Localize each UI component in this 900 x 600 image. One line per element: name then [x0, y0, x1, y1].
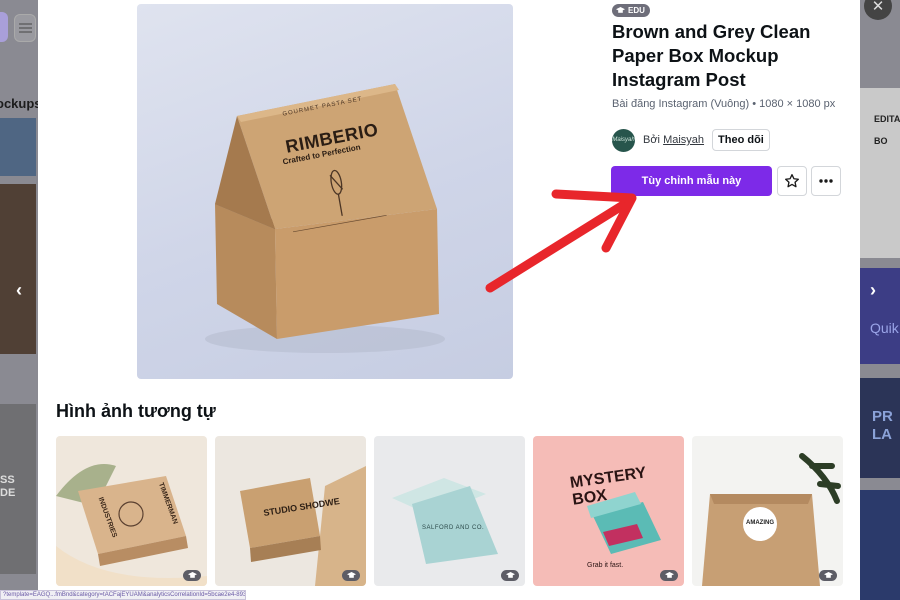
template-title: Brown and Grey Clean Paper Box Mockup In… — [612, 21, 811, 90]
author-byline: Bởi Maisyah — [643, 134, 704, 146]
next-arrow-icon[interactable]: › — [870, 280, 876, 301]
background-thumbnail: EDITAB BO — [860, 88, 900, 258]
background-thumbnail: Quik — [860, 268, 900, 364]
author-prefix: Bởi — [643, 134, 660, 146]
background-thumbnail — [0, 184, 36, 354]
background-card-text: SS DE — [0, 474, 16, 499]
follow-button[interactable]: Theo dõi — [712, 129, 770, 151]
prev-arrow-icon[interactable]: ‹ — [16, 280, 22, 301]
background-pill — [0, 12, 8, 42]
edu-mini-badge — [819, 570, 837, 581]
star-icon — [785, 174, 799, 188]
thumbnail-illustration — [702, 453, 841, 586]
edu-badge-label: EDU — [628, 6, 645, 15]
similar-thumbnail[interactable]: SALFORD AND CO. — [374, 436, 525, 586]
similar-thumbnail[interactable]: MYSTERY BOX Grab it fast. — [533, 436, 684, 586]
thumbnail-illustration — [56, 464, 207, 586]
graduation-cap-icon — [187, 572, 197, 578]
edu-mini-badge — [342, 570, 360, 581]
template-modal: GOURMET PASTA SET RIMBERIO Crafted to Pe… — [38, 0, 860, 600]
background-thumbnail: SS DE — [0, 404, 36, 574]
author-row: Maisyah Bởi Maisyah Theo dõi — [612, 128, 770, 152]
avatar[interactable]: Maisyah — [612, 128, 635, 152]
background-thumbnail: PR LA — [860, 378, 900, 478]
graduation-cap-icon — [616, 7, 625, 13]
background-right-panel: EDITAB BO Quik PR LA — [860, 0, 900, 600]
edu-mini-badge — [660, 570, 678, 581]
background-thumbnail — [860, 490, 900, 600]
box-mockup-illustration — [205, 84, 445, 353]
template-preview-image: GOURMET PASTA SET RIMBERIO Crafted to Pe… — [137, 4, 513, 379]
background-card-text: PR LA — [872, 408, 893, 443]
similar-thumbnail[interactable]: AMAZING — [692, 436, 843, 586]
background-filter-control — [14, 14, 36, 42]
thumbnail-label: SALFORD AND CO. — [422, 525, 485, 531]
background-thumbnail — [0, 118, 36, 176]
edu-mini-badge — [183, 570, 201, 581]
graduation-cap-icon — [346, 572, 356, 578]
sliders-icon — [19, 23, 32, 33]
edu-mini-badge — [501, 570, 519, 581]
red-arrow-annotation — [485, 189, 637, 293]
similar-images-heading: Hình ảnh tương tự — [56, 401, 216, 421]
background-card-text: EDITAB BO — [874, 114, 900, 146]
author-link[interactable]: Maisyah — [663, 134, 704, 146]
graduation-cap-icon — [664, 572, 674, 578]
more-options-button[interactable] — [811, 166, 841, 196]
background-card-text: Quik — [870, 320, 899, 336]
thumbnail-illustration — [392, 478, 498, 564]
browser-status-url: ?template=EAGQ...fmBnd&category=tACFajEY… — [0, 590, 246, 600]
favorite-button[interactable] — [777, 166, 807, 196]
more-horizontal-icon — [819, 179, 833, 183]
edu-badge: EDU — [612, 4, 650, 17]
thumbnail-label: Grab it fast. — [587, 562, 624, 569]
thumbnail-label: AMAZING — [746, 520, 774, 526]
similar-thumbnail[interactable]: STUDIO SHODWE — [215, 436, 366, 586]
graduation-cap-icon — [505, 572, 515, 578]
background-heading: ockups — [0, 96, 38, 111]
similar-thumbnail[interactable]: INDUSTRIES TIMMERMAN — [56, 436, 207, 586]
template-subtitle: Bài đăng Instagram (Vuông) • 1080 × 1080… — [612, 98, 836, 110]
avatar-text: Maisyah — [612, 137, 635, 143]
graduation-cap-icon — [823, 572, 833, 578]
